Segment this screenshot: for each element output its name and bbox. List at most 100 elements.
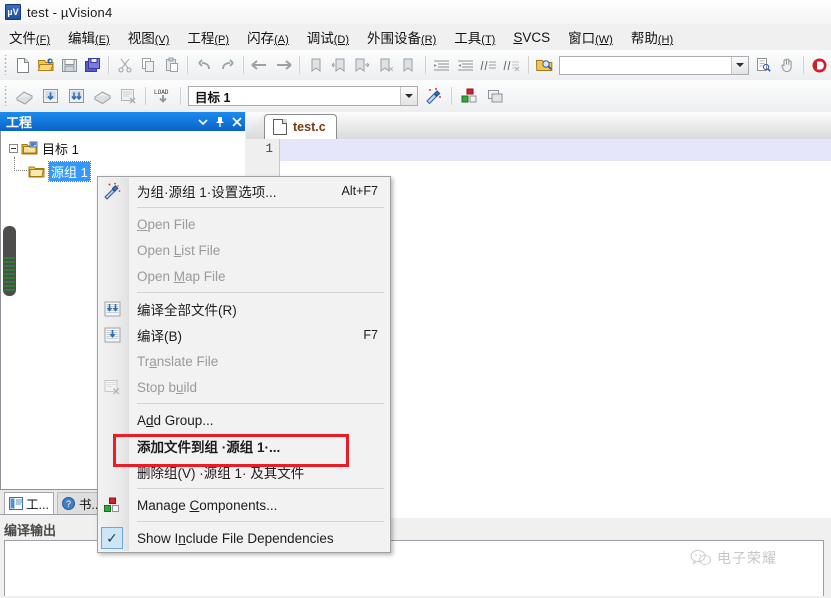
watermark-text: 电子荣耀: [717, 550, 777, 566]
toolbar-grip[interactable]: [3, 86, 8, 106]
new-file-icon[interactable]: [11, 53, 32, 77]
copy-icon[interactable]: [138, 53, 159, 77]
toolbar-separator: [243, 56, 245, 74]
indent-increase-icon[interactable]: [431, 53, 452, 77]
batch-build-icon[interactable]: [90, 84, 114, 108]
comment-lines-icon[interactable]: [478, 53, 499, 77]
bookmark-clear-icon[interactable]: [375, 53, 396, 77]
ctx-add-group[interactable]: Add Group...: [98, 407, 390, 433]
ctx-open-list-file[interactable]: Open List File: [98, 237, 390, 263]
ctx-open-map-file[interactable]: Open Map File: [98, 263, 390, 289]
toolbar-separator: [145, 87, 146, 105]
menu-help-label: 帮助: [630, 31, 658, 46]
ctx-stop-build[interactable]: Stop build: [98, 374, 390, 400]
pointer-hand-icon[interactable]: [776, 53, 797, 77]
indent-decrease-icon[interactable]: [454, 53, 475, 77]
toolbar-separator: [527, 56, 529, 74]
ctx-rebuild-all-label: 编译全部文件(R): [137, 303, 237, 318]
manage-components-icon[interactable]: [457, 84, 481, 108]
panel-pin-icon[interactable]: [211, 113, 228, 130]
menu-help-mnemonic: (H): [657, 34, 674, 46]
ctx-add-files-to-group[interactable]: 添加文件到组 ·源组 1·...: [98, 433, 390, 459]
bookmark-all-icon[interactable]: [399, 53, 420, 77]
find-in-files-icon[interactable]: [534, 53, 555, 77]
tree-expander-icon[interactable]: [9, 143, 18, 153]
redo-icon[interactable]: [217, 53, 238, 77]
save-file-icon[interactable]: [58, 53, 79, 77]
ctx-remove-group[interactable]: 删除组(V) ·源组 1· 及其文件: [98, 459, 390, 485]
save-all-icon[interactable]: [82, 53, 103, 77]
uncomment-lines-icon[interactable]: [501, 53, 522, 77]
menu-tools[interactable]: 工具(T): [445, 24, 504, 50]
menu-edit[interactable]: 编辑(E): [59, 24, 119, 50]
project-panel-title: 工程: [6, 115, 33, 130]
ctx-manage-components[interactable]: Manage Components...: [98, 492, 390, 518]
tree-node-target[interactable]: 目标 1: [9, 139, 79, 157]
menu-help[interactable]: 帮助(H): [622, 24, 682, 50]
ctx-open-file[interactable]: Open File: [98, 211, 390, 237]
navigate-forward-icon[interactable]: [273, 53, 294, 77]
find-next-icon[interactable]: [753, 53, 774, 77]
ctx-stop-build-mnemonic: u: [176, 379, 184, 395]
bookmark-toggle-icon[interactable]: [305, 53, 326, 77]
current-line-highlight: [280, 139, 831, 161]
menu-window[interactable]: 窗口(W): [559, 24, 622, 50]
menu-debug[interactable]: 调试(D): [298, 24, 358, 50]
bookmark-next-icon[interactable]: [352, 53, 373, 77]
ctx-translate-file[interactable]: Translate File: [98, 348, 390, 374]
menu-project[interactable]: 工程(P): [178, 24, 238, 50]
menu-file[interactable]: 文件(F): [0, 24, 59, 50]
undo-icon[interactable]: [193, 53, 214, 77]
stop-build-icon[interactable]: [116, 84, 140, 108]
menu-view-mnemonic: (V): [154, 34, 170, 46]
editor-tab-testc[interactable]: test.c: [264, 114, 337, 139]
toolbar-separator: [425, 56, 426, 74]
target-combo[interactable]: 目标 1: [188, 86, 418, 106]
menu-flash[interactable]: 闪存(A): [238, 24, 298, 50]
chevron-down-icon: [735, 63, 744, 67]
toolbar-grip[interactable]: [3, 55, 8, 75]
ctx-remove-group-label: 删除组(V) ·源组 1· 及其文件: [137, 466, 305, 481]
debug-start-icon[interactable]: [808, 53, 829, 77]
find-combo[interactable]: [559, 55, 749, 75]
target-options-icon[interactable]: [422, 84, 446, 108]
open-file-icon[interactable]: [35, 53, 56, 77]
ctx-options-for-group[interactable]: 为组·源组 1·设置选项... Alt+F7: [98, 178, 390, 204]
build-icon[interactable]: [38, 84, 62, 108]
tree-connector-v: [14, 157, 15, 171]
books-help-icon: ?: [61, 497, 75, 510]
ctx-manage-components-label: omponents...: [199, 497, 278, 513]
manage-multi-project-icon[interactable]: [483, 84, 507, 108]
ctx-open-list-file-label: ist File: [181, 242, 221, 258]
ctx-build[interactable]: 编译(B) F7: [98, 322, 390, 348]
navigate-back-icon[interactable]: [249, 53, 270, 77]
ctx-rebuild-all[interactable]: 编译全部文件(R): [98, 296, 390, 322]
scrollbar-thumb[interactable]: [4, 257, 15, 293]
panel-close-icon[interactable]: [228, 113, 245, 130]
tree-connector-h: [14, 170, 27, 171]
find-combo-arrow[interactable]: [730, 56, 748, 74]
menu-peripherals[interactable]: 外围设备(R): [358, 24, 445, 50]
tree-node-source-group-label: 源组 1: [48, 160, 91, 182]
menu-svcs[interactable]: SVCS: [504, 27, 559, 48]
project-tab-project[interactable]: 工...: [4, 492, 54, 514]
rebuild-all-icon[interactable]: [64, 84, 88, 108]
target-combo-arrow[interactable]: [400, 87, 417, 105]
menu-flash-label: 闪存: [247, 31, 275, 46]
bookmark-prev-icon[interactable]: [328, 53, 349, 77]
menu-flash-mnemonic: (A): [274, 34, 289, 46]
target-select-value[interactable]: 目标 1: [189, 87, 400, 106]
ctx-add-group-mnemonic: d: [146, 412, 154, 428]
ctx-show-include-file-dependencies[interactable]: ✓ Show Include File Dependencies: [98, 525, 390, 551]
menu-view[interactable]: 视图(V): [119, 24, 179, 50]
translate-file-icon[interactable]: [12, 84, 36, 108]
tree-node-source-group[interactable]: 源组 1: [28, 160, 91, 182]
menu-project-label: 工程: [187, 31, 215, 46]
paste-icon[interactable]: [161, 53, 182, 77]
menu-edit-mnemonic: (E): [95, 34, 110, 46]
panel-menu-dropdown-icon[interactable]: [194, 113, 211, 130]
cut-icon[interactable]: [114, 53, 135, 77]
project-panel-scrollbar[interactable]: [3, 226, 16, 296]
download-to-flash-icon[interactable]: LOAD: [151, 84, 175, 108]
context-menu-separator: [137, 521, 384, 522]
